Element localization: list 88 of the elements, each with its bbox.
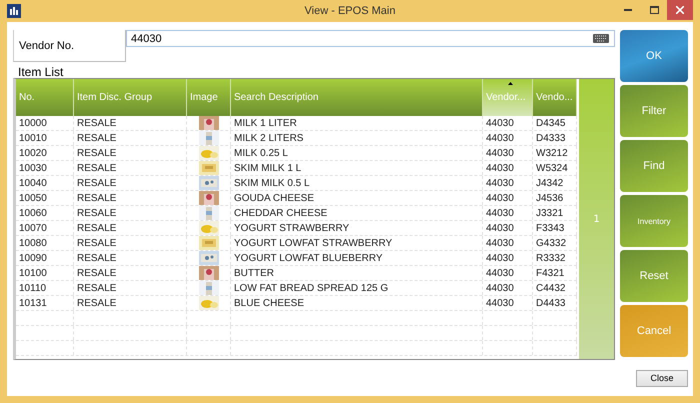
action-button[interactable]: Cancel (620, 305, 688, 357)
table-cell: 44030 (483, 281, 533, 295)
table-cell: 10080 (16, 236, 74, 250)
vendor-field[interactable]: 44030 (126, 30, 615, 47)
table-cell: YOGURT STRAWBERRY (231, 221, 483, 235)
table-cell: RESALE (74, 206, 187, 220)
table-cell: C4432 (533, 281, 577, 295)
table-cell: 10010 (16, 131, 74, 145)
table-cell: 10060 (16, 206, 74, 220)
table-cell: R3332 (533, 251, 577, 265)
table-cell: RESALE (74, 296, 187, 310)
table-cell: RESALE (74, 236, 187, 250)
table-cell: 10110 (16, 281, 74, 295)
action-button[interactable]: OK (620, 30, 688, 82)
vendor-label: Vendor No. (13, 30, 126, 62)
table-cell: RESALE (74, 146, 187, 160)
table-cell: 44030 (483, 191, 533, 205)
table-cell: 10090 (16, 251, 74, 265)
table-cell: 10000 (16, 116, 74, 130)
action-button[interactable]: Filter (620, 85, 688, 137)
table-cell: RESALE (74, 251, 187, 265)
table-cell: 10020 (16, 146, 74, 160)
table-cell: 10100 (16, 266, 74, 280)
table-cell: J4536 (533, 191, 577, 205)
close-button[interactable] (667, 0, 693, 20)
column-header[interactable]: Vendor... (483, 79, 533, 116)
column-header[interactable]: Vendo... (533, 79, 577, 116)
table-cell: D4345 (533, 116, 577, 130)
table-cell: RESALE (74, 116, 187, 130)
table-cell: YOGURT LOWFAT STRAWBERRY (231, 236, 483, 250)
table-cell: 44030 (483, 116, 533, 130)
table-cell: MILK 2 LITERS (231, 131, 483, 145)
app-icon (7, 4, 21, 18)
table-cell: 44030 (483, 221, 533, 235)
table-cell: YOGURT LOWFAT BLUEBERRY (231, 251, 483, 265)
table-cell: BUTTER (231, 266, 483, 280)
window-title: View - EPOS Main (304, 5, 396, 17)
table-cell: 10070 (16, 221, 74, 235)
table-cell: 44030 (483, 251, 533, 265)
table-cell: 44030 (483, 146, 533, 160)
item-list-title: Item List (17, 64, 64, 78)
table-cell: D4433 (533, 296, 577, 310)
table-cell: BLUE CHEESE (231, 296, 483, 310)
table-cell: 10040 (16, 176, 74, 190)
sort-arrow-icon (508, 82, 512, 85)
table-cell: CHEDDAR CHEESE (231, 206, 483, 220)
maximize-icon (650, 6, 658, 14)
table-cell: J3321 (533, 206, 577, 220)
table-cell: F3343 (533, 221, 577, 235)
table-cell: RESALE (74, 266, 187, 280)
page-indicator[interactable]: 1 (579, 79, 614, 359)
column-header[interactable]: No. (16, 79, 74, 116)
table-cell: W3212 (533, 146, 577, 160)
close-icon (676, 6, 684, 14)
table-cell: D4333 (533, 131, 577, 145)
minimize-icon (624, 9, 632, 11)
table-cell: 44030 (483, 131, 533, 145)
table-cell: 44030 (483, 266, 533, 280)
table-cell: MILK 0.25 L (231, 146, 483, 160)
table-cell: 44030 (483, 296, 533, 310)
table-cell: G4332 (533, 236, 577, 250)
action-button[interactable]: Find (620, 140, 688, 192)
action-button[interactable]: Inventory (620, 195, 688, 247)
table-cell: 44030 (483, 236, 533, 250)
keyboard-icon[interactable] (593, 34, 609, 43)
close-dialog-button[interactable]: Close (636, 370, 688, 386)
table-cell: 44030 (483, 161, 533, 175)
table-cell: J4342 (533, 176, 577, 190)
table-cell: RESALE (74, 176, 187, 190)
table-cell: 44030 (483, 206, 533, 220)
table-cell: GOUDA CHEESE (231, 191, 483, 205)
column-header[interactable]: Item Disc. Group (74, 79, 187, 116)
table-cell: SKIM MILK 1 L (231, 161, 483, 175)
table-cell: RESALE (74, 221, 187, 235)
action-button[interactable]: Reset (620, 250, 688, 302)
table-cell: F4321 (533, 266, 577, 280)
table-cell: LOW FAT BREAD SPREAD 125 G (231, 281, 483, 295)
table-cell: MILK 1 LITER (231, 116, 483, 130)
table-cell: RESALE (74, 161, 187, 175)
table-cell: 10050 (16, 191, 74, 205)
table-cell: SKIM MILK 0.5 L (231, 176, 483, 190)
table-cell: 44030 (483, 176, 533, 190)
table-cell: RESALE (74, 191, 187, 205)
table-cell: 10030 (16, 161, 74, 175)
table-cell: RESALE (74, 281, 187, 295)
table-cell: W5324 (533, 161, 577, 175)
table-cell: 10131 (16, 296, 74, 310)
table-cell: RESALE (74, 131, 187, 145)
